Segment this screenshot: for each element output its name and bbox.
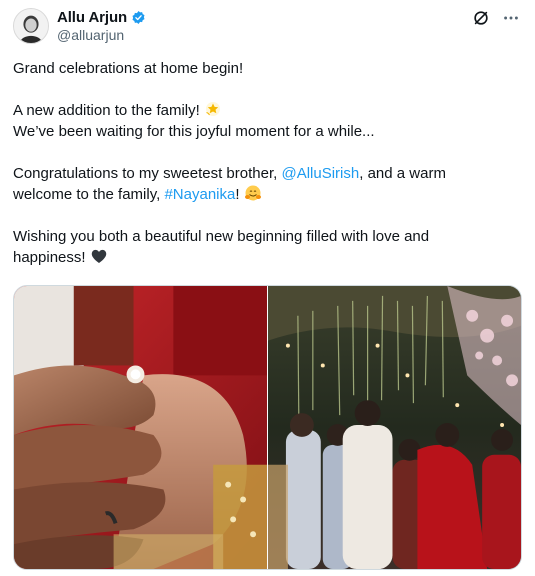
hashtag-link[interactable]: #Nayanika [164, 186, 235, 203]
tweet-line: Wishing you both a beautiful new beginni… [13, 228, 430, 245]
tweet-line: We’ve been waiting for this joyful momen… [13, 123, 375, 140]
grok-icon[interactable] [471, 8, 491, 28]
more-icon[interactable] [501, 8, 521, 28]
tweet-line-text: Congratulations to my sweetest brother, [13, 165, 282, 182]
author-handle[interactable]: @alluarjun [57, 27, 124, 43]
author-avatar[interactable] [13, 8, 49, 44]
tweet-line: happiness! [13, 247, 513, 268]
author-display-name[interactable]: Allu Arjun [57, 9, 127, 26]
tweet-text: Grand celebrations at home begin! A new … [13, 58, 513, 268]
tweet-line-text: happiness! [13, 249, 90, 266]
tweet-line: Congratulations to my sweetest brother, … [13, 163, 513, 184]
tweet-card: Allu Arjun @alluarjun Grand celebrations… [0, 0, 535, 576]
tweet-line: A new addition to the family! [13, 100, 513, 121]
ring-photo[interactable] [14, 286, 267, 569]
celebration-photo[interactable] [268, 286, 521, 569]
tweet-line-text: A new addition to the family! [13, 102, 200, 119]
tweet-line-text: , and a warm [359, 165, 446, 182]
tweet-line-text: welcome to the family, [13, 186, 165, 203]
tweet-line: welcome to the family, #Nayanika! [13, 184, 513, 205]
tweet-line-text: ! [235, 186, 244, 203]
tweet-media-grid [13, 285, 522, 570]
author-name-row: Allu Arjun [57, 9, 146, 26]
tweet-line: Grand celebrations at home begin! [13, 60, 244, 77]
tweet-actions-top [471, 8, 521, 28]
verified-badge-icon [131, 10, 146, 25]
mention-link[interactable]: @AlluSirish [281, 165, 359, 182]
sparkle-star-emoji-icon [204, 100, 222, 118]
black-heart-emoji-icon [90, 247, 108, 265]
hugging-face-emoji-icon [244, 184, 262, 202]
